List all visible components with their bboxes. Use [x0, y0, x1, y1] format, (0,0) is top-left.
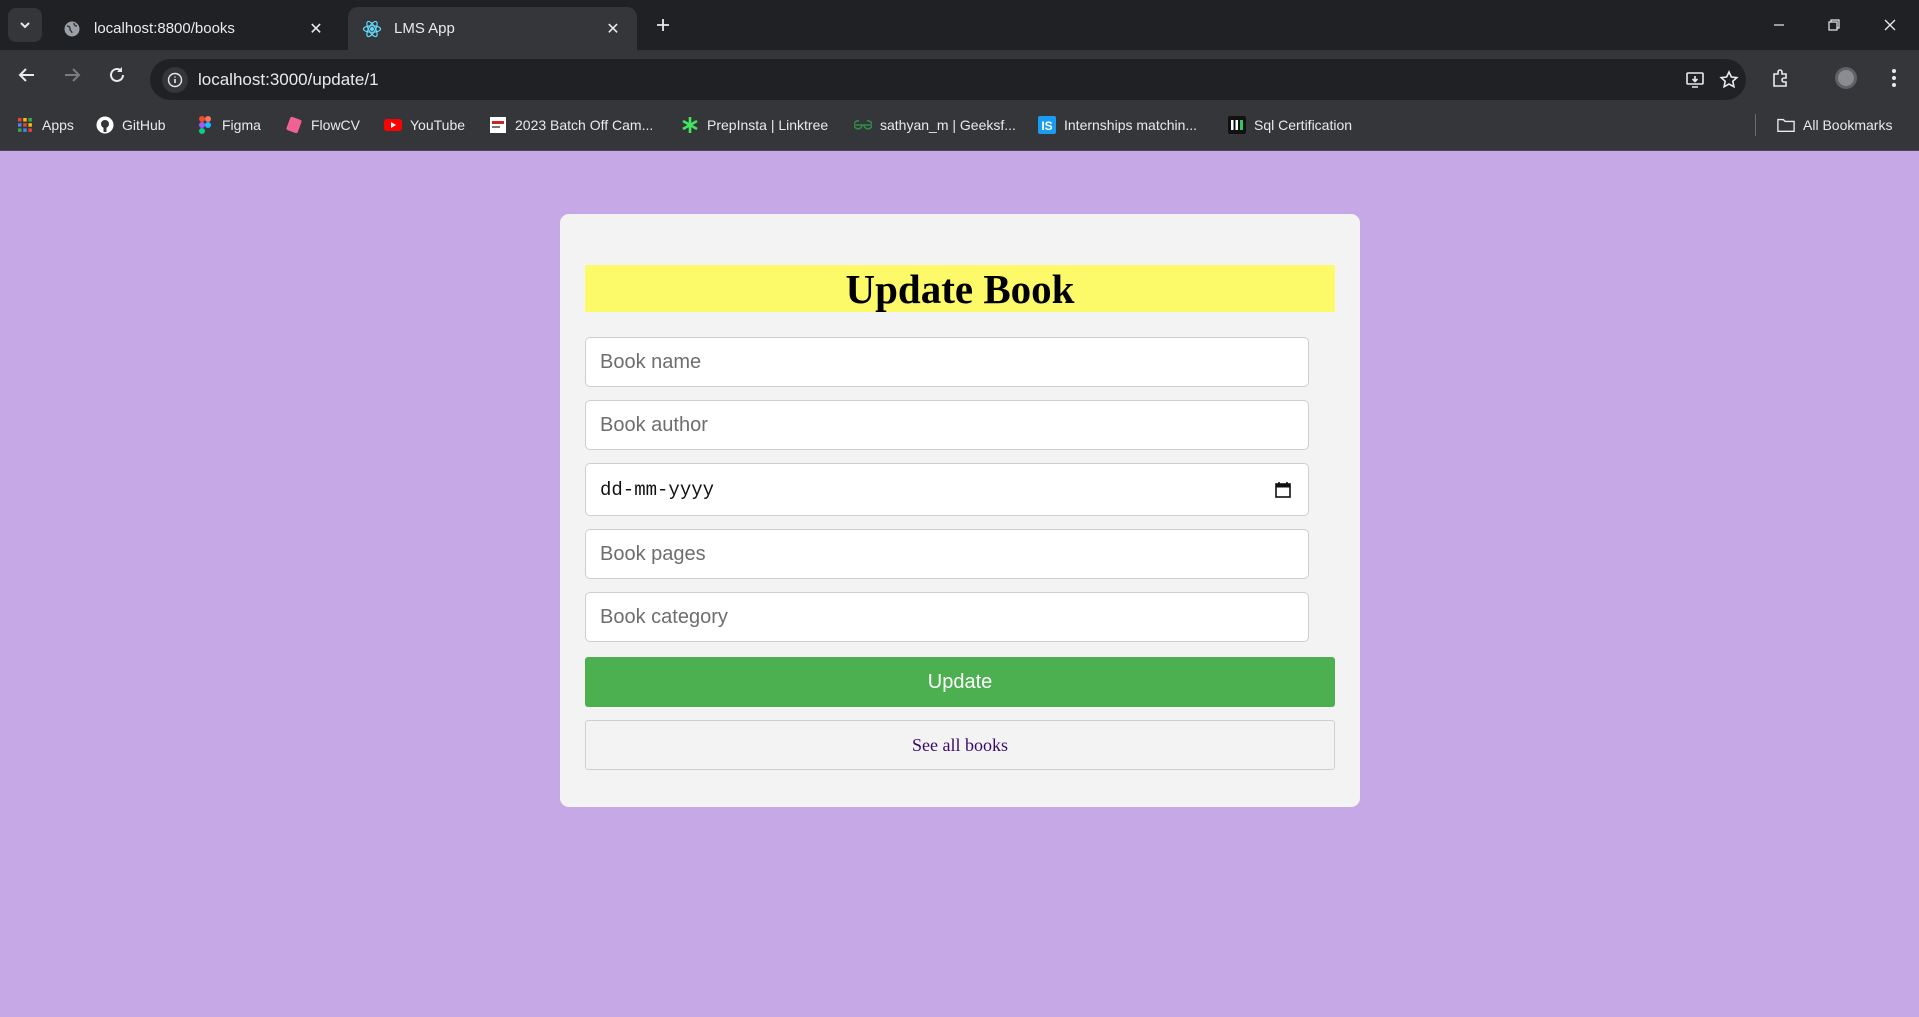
bookmark-flowcv[interactable]: FlowCV: [285, 114, 360, 136]
extensions-button[interactable]: [1764, 61, 1798, 95]
hackerrank-icon: [1228, 116, 1246, 134]
tab-search-button[interactable]: [8, 8, 42, 42]
flowcv-icon: [285, 116, 303, 134]
calendar-icon[interactable]: [1272, 479, 1294, 501]
site-icon: [489, 116, 507, 134]
tab-lms-app[interactable]: LMS App ✕: [348, 7, 637, 50]
all-bookmarks[interactable]: All Bookmarks: [1777, 114, 1892, 136]
back-button[interactable]: [13, 61, 41, 89]
reload-icon: [110, 67, 124, 82]
chevron-down-icon: [20, 22, 30, 29]
bookmark-figma[interactable]: Figma: [196, 114, 261, 136]
book-name-input[interactable]: [585, 337, 1309, 387]
puzzle-icon: [1773, 69, 1787, 87]
bookmark-label: Figma: [222, 117, 261, 133]
bookmark-internshala[interactable]: IS Internships matchin...: [1038, 114, 1197, 136]
book-date-input[interactable]: dd-mm-yyyy: [585, 463, 1309, 516]
update-book-card: Update Book dd-mm-yyyy Update See all bo…: [560, 214, 1360, 807]
apps-grid-icon: [16, 116, 34, 134]
close-icon: [1884, 19, 1896, 31]
tab-books[interactable]: localhost:8800/books ✕: [48, 7, 340, 50]
restore-icon: [1828, 19, 1840, 31]
bookmark-geeksforgeeks[interactable]: sathyan_m | Geeksf...: [854, 114, 1016, 136]
bookmark-sql-certification[interactable]: Sql Certification: [1228, 114, 1352, 136]
book-pages-input[interactable]: [585, 529, 1309, 579]
bookmark-prepinsta[interactable]: PrepInsta | Linktree: [681, 114, 828, 136]
bookmark-label: YouTube: [410, 117, 466, 133]
bookmark-label: sathyan_m | Geeksf...: [880, 117, 1016, 133]
bookmark-github[interactable]: GitHub: [96, 114, 166, 136]
arrow-right-icon: [65, 68, 81, 82]
close-icon[interactable]: ✕: [306, 19, 326, 39]
address-bar[interactable]: localhost:3000/update/1: [150, 59, 1746, 100]
close-window-button[interactable]: [1862, 0, 1918, 50]
url-text[interactable]: localhost:3000/update/1: [198, 70, 1678, 90]
book-category-input[interactable]: [585, 592, 1309, 642]
tab-strip: localhost:8800/books ✕ LMS App ✕: [0, 0, 1919, 50]
bookmark-label: Apps: [42, 117, 74, 133]
tab-title: localhost:8800/books: [94, 20, 235, 37]
minimize-icon: [1774, 24, 1784, 26]
minimize-button[interactable]: [1751, 0, 1807, 50]
bookmarks-divider: [1755, 114, 1756, 136]
bookmark-apps[interactable]: Apps: [16, 114, 74, 136]
github-icon: [96, 116, 114, 134]
page-title: Update Book: [585, 265, 1335, 312]
star-icon[interactable]: [1712, 63, 1746, 97]
globe-icon: [62, 19, 82, 39]
avatar-icon: [1835, 67, 1857, 89]
youtube-icon: [384, 116, 402, 134]
bookmark-label: Sql Certification: [1254, 117, 1353, 133]
bookmark-label: FlowCV: [311, 117, 361, 133]
plus-icon: [657, 19, 669, 31]
site-info-icon[interactable]: [162, 66, 188, 93]
restore-button[interactable]: [1806, 0, 1862, 50]
more-vert-icon: [1892, 69, 1896, 87]
bookmark-label: PrepInsta | Linktree: [707, 117, 829, 133]
react-icon: [362, 19, 382, 39]
bookmark-youtube[interactable]: YouTube: [384, 114, 465, 136]
bookmark-batch-off-campus[interactable]: 2023 Batch Off Cam...: [489, 114, 653, 136]
see-all-books-link[interactable]: See all books: [912, 735, 1008, 756]
update-button[interactable]: Update: [585, 657, 1335, 707]
arrow-left-icon: [18, 68, 34, 82]
figma-icon: [196, 116, 214, 134]
new-tab-button[interactable]: [650, 12, 676, 38]
date-value: dd-mm-yyyy: [600, 478, 715, 501]
install-app-icon[interactable]: [1678, 63, 1712, 97]
internshala-icon: IS: [1038, 116, 1056, 134]
bookmark-label: GitHub: [122, 117, 166, 133]
menu-button[interactable]: [1877, 61, 1911, 95]
bookmarks-bar: Apps GitHub Figma FlowCV YouTube 2023 Ba…: [0, 100, 1919, 151]
bookmark-label: Internships matchin...: [1064, 117, 1198, 133]
svg-text:IS: IS: [1041, 119, 1052, 133]
folder-icon: [1777, 116, 1795, 134]
linktree-icon: [681, 116, 699, 134]
bookmark-label: 2023 Batch Off Cam...: [515, 117, 654, 133]
tab-title: LMS App: [394, 20, 455, 37]
book-author-input[interactable]: [585, 400, 1309, 450]
reload-button[interactable]: [103, 61, 131, 89]
close-icon[interactable]: ✕: [603, 19, 623, 39]
profile-avatar[interactable]: [1829, 61, 1863, 95]
geeksforgeeks-icon: [854, 116, 872, 134]
see-all-books-button[interactable]: See all books: [585, 720, 1335, 770]
forward-button[interactable]: [58, 61, 86, 89]
all-bookmarks-label: All Bookmarks: [1803, 117, 1893, 133]
